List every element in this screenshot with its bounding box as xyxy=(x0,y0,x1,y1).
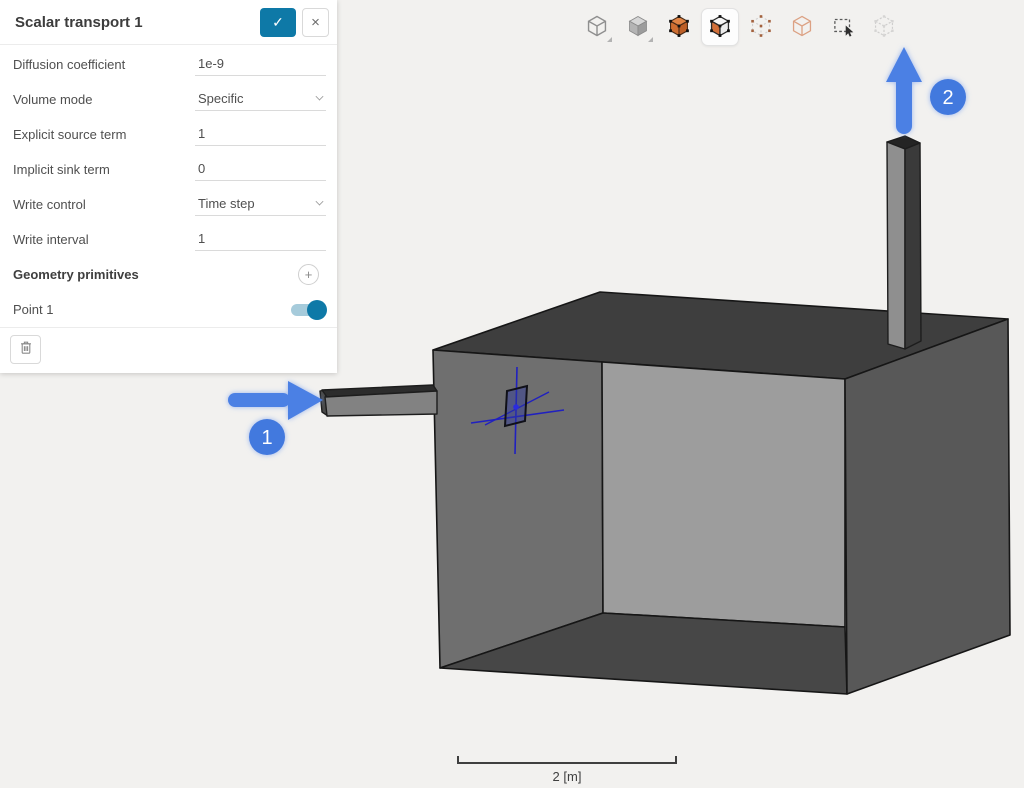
field-label: Explicit source term xyxy=(13,127,195,142)
selected-option: Specific xyxy=(198,91,244,106)
vertices-cube-icon xyxy=(748,13,774,42)
svg-text:1: 1 xyxy=(261,427,272,449)
toolbar-button-select-volume-solid[interactable] xyxy=(660,8,698,46)
scale-bar: 2 [m] xyxy=(458,756,676,784)
panel-fields: Diffusion coefficient 1e-9 Volume mode S… xyxy=(0,45,337,327)
box-back-wall[interactable] xyxy=(602,362,845,627)
annotation-badge-2: 2 xyxy=(930,79,966,115)
field-row-explicit-source-term: Explicit source term 1 xyxy=(0,117,337,152)
svg-text:2 [m]: 2 [m] xyxy=(553,769,582,784)
field-label: Write interval xyxy=(13,232,195,247)
geometry-primitives-heading-row: Geometry primitives + xyxy=(0,257,337,292)
write-control-select[interactable]: Time step xyxy=(195,194,326,216)
chevron-down-icon xyxy=(316,92,324,100)
panel-header: Scalar transport 1 ✓ × xyxy=(0,0,337,45)
inlet-arrow xyxy=(228,381,323,420)
scalar-transport-panel: Scalar transport 1 ✓ × Diffusion coeffic… xyxy=(0,0,337,373)
add-primitive-button[interactable]: + xyxy=(298,264,319,285)
field-label: Implicit sink term xyxy=(13,162,195,177)
field-label: Diffusion coefficient xyxy=(13,57,195,72)
inlet-pipe xyxy=(320,385,437,416)
selected-option: Time step xyxy=(198,196,255,211)
orange-wireframe-cube-icon xyxy=(789,13,815,42)
outlet-arrow xyxy=(886,47,922,134)
field-row-volume-mode: Volume mode Specific xyxy=(0,82,337,117)
outlet-pipe xyxy=(887,136,921,349)
highlight-cube-vertices-icon xyxy=(707,13,733,42)
delete-button[interactable] xyxy=(10,335,41,364)
field-row-implicit-sink-term: Implicit sink term 0 xyxy=(0,152,337,187)
toolbar-button-hidden-geometry[interactable] xyxy=(865,8,903,46)
toggle-knob xyxy=(307,300,327,320)
close-icon: × xyxy=(311,14,320,31)
annotation-badge-1: 1 xyxy=(249,419,285,455)
field-row-write-interval: Write interval 1 xyxy=(0,222,337,257)
box-right-face[interactable] xyxy=(845,319,1010,694)
diffusion-coefficient-input[interactable]: 1e-9 xyxy=(195,54,326,76)
toolbar-button-select-wireframe[interactable] xyxy=(783,8,821,46)
orange-cube-vertices-icon xyxy=(666,13,692,42)
geometry-primitives-heading: Geometry primitives xyxy=(13,267,298,282)
dropdown-corner-icon xyxy=(607,37,612,42)
panel-title: Scalar transport 1 xyxy=(15,14,260,31)
field-row-write-control: Write control Time step xyxy=(0,187,337,222)
close-button[interactable]: × xyxy=(302,8,329,37)
toolbar-button-view-solid-cube[interactable] xyxy=(619,8,657,46)
volume-mode-select[interactable]: Specific xyxy=(195,89,326,111)
view-selection-toolbar xyxy=(578,8,903,46)
point-1-toggle[interactable] xyxy=(291,304,325,316)
toolbar-button-select-volume-highlight[interactable] xyxy=(701,8,739,46)
chevron-down-icon xyxy=(316,197,324,205)
outlet-pipe-right[interactable] xyxy=(905,143,921,349)
outlet-pipe-left[interactable] xyxy=(887,142,905,349)
trash-icon xyxy=(18,340,34,359)
implicit-sink-term-input[interactable]: 0 xyxy=(195,159,326,181)
toolbar-button-select-vertices[interactable] xyxy=(742,8,780,46)
box-geometry xyxy=(433,292,1010,694)
faded-cube-icon xyxy=(871,13,897,42)
apply-button[interactable]: ✓ xyxy=(260,8,296,37)
toolbar-button-view-wireframe-cube[interactable] xyxy=(578,8,616,46)
explicit-source-term-input[interactable]: 1 xyxy=(195,124,326,146)
write-interval-input[interactable]: 1 xyxy=(195,229,326,251)
field-row-diffusion-coefficient: Diffusion coefficient 1e-9 xyxy=(0,47,337,82)
field-label: Volume mode xyxy=(13,92,195,107)
primitive-row-point-1: Point 1 xyxy=(0,292,337,327)
svg-text:2: 2 xyxy=(942,87,953,109)
box-select-cursor-icon xyxy=(830,13,856,42)
field-label: Write control xyxy=(13,197,195,212)
primitive-label: Point 1 xyxy=(13,302,291,317)
checkmark-icon: ✓ xyxy=(272,14,284,31)
toolbar-button-box-select[interactable] xyxy=(824,8,862,46)
dropdown-corner-icon xyxy=(648,37,653,42)
panel-footer xyxy=(0,327,337,373)
